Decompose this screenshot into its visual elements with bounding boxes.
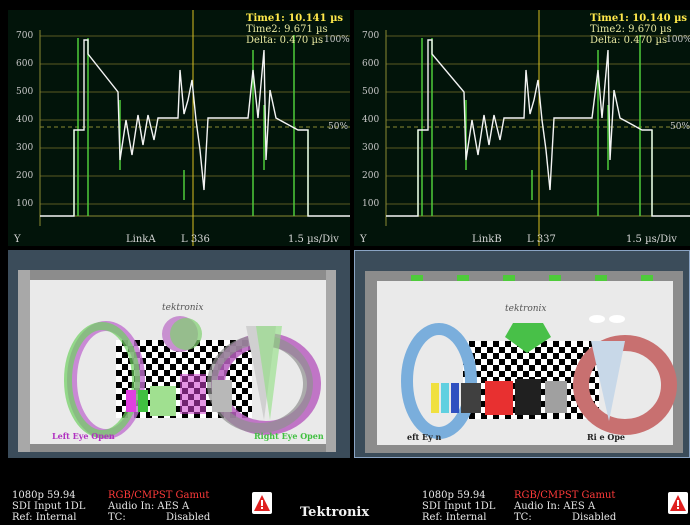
svg-text:tektronix: tektronix: [505, 304, 546, 314]
y-tick-100: 100: [362, 199, 380, 209]
cursor-time2: Time2: 9.671 µs: [246, 24, 328, 35]
y-tick-600: 600: [362, 59, 380, 69]
y-tick-100: 100: [16, 199, 34, 209]
cursor-delta: Delta: 0.470 µs: [246, 35, 324, 46]
link-label: LinkB: [472, 234, 502, 245]
midline-label: 50%: [670, 122, 690, 132]
audio-input: Audio In: AES A: [108, 501, 190, 512]
delta-percent: 100%: [324, 35, 350, 45]
right-eye-caption: Ri e Ope: [587, 432, 625, 442]
stereo-test-image: tektronix: [365, 271, 683, 453]
y-tick-500: 500: [16, 87, 34, 97]
picture-panel-right-eye[interactable]: tektronix eft Ey n Ri e Ope: [354, 250, 690, 458]
brand-logo: Tektronix: [300, 505, 370, 520]
reference: Ref: Internal: [422, 512, 487, 523]
y-tick-600: 600: [16, 59, 34, 69]
gamut-alarm: RGB/CMPST Gamut: [108, 490, 210, 501]
midline-label: 50%: [328, 122, 349, 132]
alarm-icon[interactable]: [668, 492, 688, 514]
input-source: SDI Input 1DL: [12, 501, 86, 512]
y-tick-200: 200: [16, 171, 34, 181]
alarm-icon[interactable]: [252, 492, 272, 514]
timecode-label: TC:: [108, 512, 126, 523]
y-channel-label: Y: [360, 234, 367, 245]
cursor-time2: Time2: 9.670 µs: [590, 24, 672, 35]
time-scale: 1.5 µs/Div: [626, 234, 677, 245]
video-format: 1080p 59.94: [422, 490, 486, 501]
timecode-label: TC:: [514, 512, 532, 523]
line-number: L 337: [527, 234, 556, 245]
link-label: LinkA: [126, 234, 156, 245]
timecode-value: Disabled: [166, 512, 211, 523]
status-bar-right: 1080p 59.94 SDI Input 1DL Ref: Internal …: [410, 486, 690, 525]
delta-percent: 100%: [666, 35, 690, 45]
cursor-time1: Time1: 10.140 µs: [590, 13, 688, 24]
reference: Ref: Internal: [12, 512, 77, 523]
status-bar-left: 1080p 59.94 SDI Input 1DL Ref: Internal …: [0, 486, 300, 525]
picture-panel-left-eye[interactable]: tektronix Left Eye Open Right Eye Open: [8, 250, 350, 458]
timecode-value: Disabled: [572, 512, 617, 523]
left-eye-caption: Left Eye Open: [52, 431, 115, 441]
y-tick-400: 400: [16, 115, 34, 125]
stereo-test-image: tektronix: [18, 270, 336, 452]
cursor-time1: Time1: 10.141 µs: [246, 13, 344, 24]
y-tick-700: 700: [362, 31, 380, 41]
left-eye-caption: eft Ey n: [407, 432, 442, 442]
gamut-alarm: RGB/CMPST Gamut: [514, 490, 616, 501]
waveform-panel-a[interactable]: 700 600 500 400 300 200 100 Time1: 10.14…: [8, 10, 350, 246]
waveform-panel-b[interactable]: 700 600 500 400 300 200 100 Time1: 10.14…: [354, 10, 690, 246]
y-tick-300: 300: [362, 143, 380, 153]
y-tick-200: 200: [362, 171, 380, 181]
y-tick-500: 500: [362, 87, 380, 97]
y-channel-label: Y: [14, 234, 21, 245]
y-tick-700: 700: [16, 31, 34, 41]
input-source: SDI Input 1DL: [422, 501, 496, 512]
y-tick-300: 300: [16, 143, 34, 153]
line-number: L 336: [181, 234, 210, 245]
y-tick-400: 400: [362, 115, 380, 125]
cursor-delta: Delta: 0.470 µs: [590, 35, 668, 46]
svg-text:tektronix: tektronix: [162, 303, 203, 313]
video-format: 1080p 59.94: [12, 490, 76, 501]
time-scale: 1.5 µs/Div: [288, 234, 339, 245]
right-eye-caption: Right Eye Open: [254, 431, 324, 441]
audio-input: Audio In: AES A: [514, 501, 596, 512]
